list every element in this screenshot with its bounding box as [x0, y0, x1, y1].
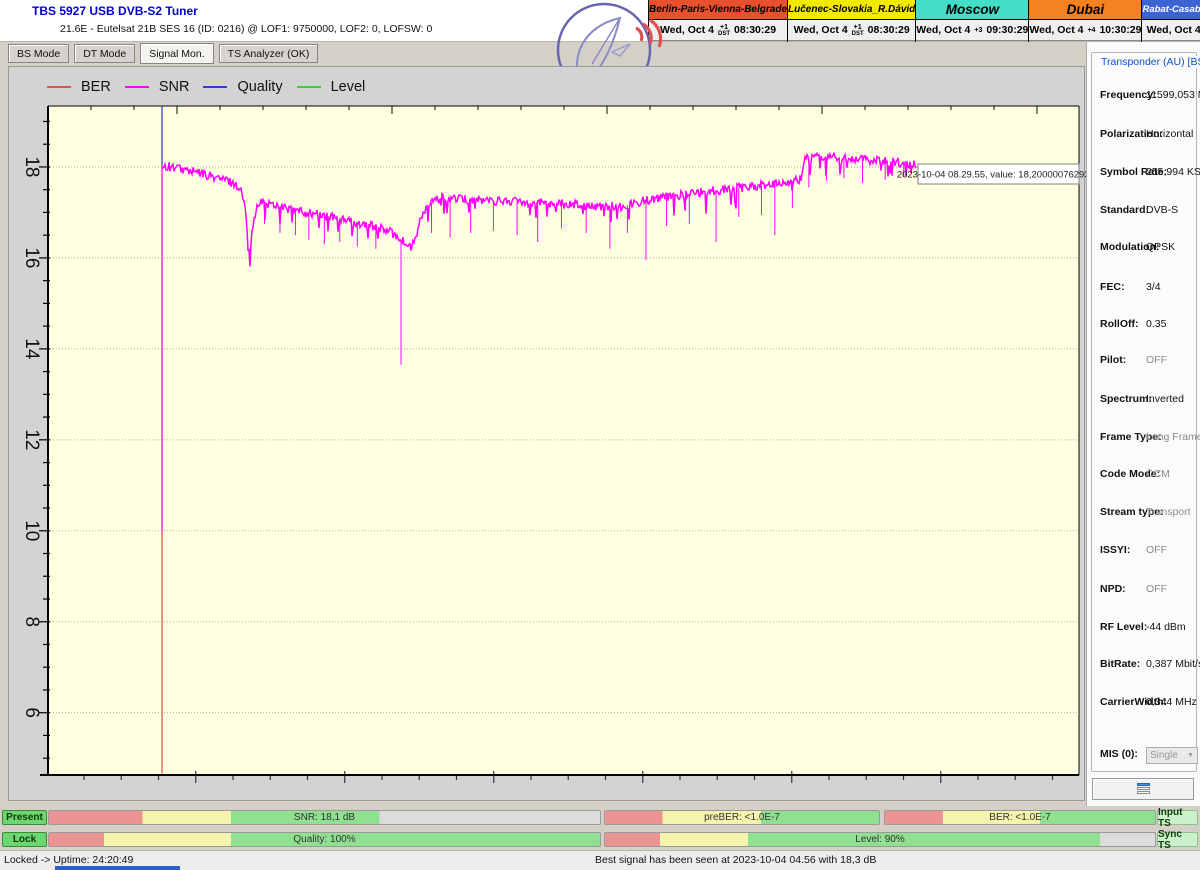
- transponder-row-value: OFF: [1146, 583, 1167, 595]
- transponder-title: Transponder (AU) [BS]: [1098, 56, 1200, 68]
- transponder-row-label: BitRate:: [1100, 658, 1140, 670]
- y-axis-label: 10: [21, 520, 42, 541]
- snr-chart[interactable]: 6 8 10 12 14 16 18 2023-10-04 08.29.55, value: …: [9, 67, 1086, 801]
- tab-signal-mon[interactable]: Signal Mon.: [140, 43, 213, 64]
- transponder-row-value: CCM: [1146, 468, 1170, 480]
- chevron-down-icon: ▼: [1187, 752, 1194, 759]
- clock-time: 08:30:29: [868, 24, 910, 36]
- taskbar-fragment: [55, 866, 180, 870]
- transponder-row-label: Spectrum:: [1100, 393, 1152, 405]
- tz-offset: +3: [974, 27, 982, 34]
- transponder-row-value: 0,387 Mbit/s: [1146, 658, 1200, 670]
- clock-time: 09:30:29: [986, 24, 1028, 36]
- mis-label: MIS (0):: [1100, 748, 1138, 760]
- y-axis-label: 14: [21, 338, 42, 360]
- transponder-row-label: Pilot:: [1100, 354, 1126, 366]
- transponder-panel: Transponder (AU) [BS] Frequency:11599,05…: [1086, 42, 1200, 806]
- transponder-row-value: 3/4: [1146, 281, 1161, 293]
- tab-bs-mode[interactable]: BS Mode: [8, 44, 69, 63]
- transponder-row-value: -44 dBm: [1146, 621, 1186, 633]
- lock-button[interactable]: Lock: [2, 832, 47, 847]
- transponder-row-label: RF Level:: [1100, 621, 1147, 633]
- clock-date: Wed, Oct 4: [916, 24, 970, 36]
- clock-time: 10:30:29: [1099, 24, 1141, 36]
- lock-uptime-status: Locked -> Uptime: 24:20:49: [4, 854, 133, 866]
- preber-meter: preBER: <1.0E-7: [604, 810, 880, 825]
- clock-date: Wed, Oct 4: [794, 24, 848, 36]
- chart-tooltip-text: 2023-10-04 08.29.55, value: 18,200000762…: [897, 170, 1086, 181]
- tz-offset: +1: [854, 24, 862, 31]
- transponder-row-value: QPSK: [1146, 241, 1175, 253]
- transponder-row-value: DVB-S: [1146, 204, 1178, 216]
- transponder-row-value: 0,344 MHz: [1146, 696, 1197, 708]
- tuner-subtitle: 21.6E - Eutelsat 21B SES 16 (ID: 0216) @…: [60, 23, 432, 35]
- list-icon: [1137, 783, 1150, 796]
- tz-dst: DST: [852, 31, 864, 37]
- world-clocks: Berlin-Paris-Vienna-Belgrade Wed, Oct 4 …: [648, 0, 1200, 42]
- transponder-row-value: Transport: [1146, 506, 1191, 518]
- transponder-row-value: OFF: [1146, 544, 1167, 556]
- ber-meter: BER: <1.0E-7: [884, 810, 1156, 825]
- y-axis-label: 18: [21, 156, 42, 177]
- mis-value: Single: [1150, 750, 1178, 761]
- transponder-row-value: Inverted: [1146, 393, 1184, 405]
- clock-city-label: Rabat-Casablanca-London: [1142, 0, 1200, 20]
- mis-dropdown[interactable]: Single ▼: [1146, 747, 1198, 764]
- clock-dubai: Dubai Wed, Oct 4 +4 10:30:29: [1029, 0, 1142, 42]
- transponder-row-label: RollOff:: [1100, 318, 1139, 330]
- tab-dt-mode[interactable]: DT Mode: [74, 44, 135, 63]
- tz-dst: DST: [718, 31, 730, 37]
- tab-ts-analyzer[interactable]: TS Analyzer (OK): [219, 44, 319, 63]
- clock-date: Wed, Oct 4: [1147, 24, 1200, 36]
- clock-city-label: Dubai: [1029, 0, 1141, 20]
- y-axis-label: 6: [21, 707, 42, 718]
- tz-offset: +1: [720, 24, 728, 31]
- clock-lucenec: Lučenec-Slovakia_R.Dávid Wed, Oct 4 +1DS…: [788, 0, 916, 42]
- transponder-row-value: 11599,053 MHz: [1146, 89, 1200, 101]
- transponder-row-label: ISSYI:: [1100, 544, 1130, 556]
- transponder-row-value: Long Frame: [1146, 431, 1200, 443]
- transponder-row-value: OFF: [1146, 354, 1167, 366]
- transponder-row-value: 255,994 KS/s: [1146, 166, 1200, 178]
- transponder-row-label: NPD:: [1100, 583, 1126, 595]
- snr-meter: SNR: 18,1 dB: [48, 810, 601, 825]
- y-axis-label: 12: [21, 429, 42, 450]
- transponder-row-label: Standard:: [1100, 204, 1149, 216]
- input-ts-button[interactable]: Input TS: [1157, 810, 1198, 825]
- signal-monitor-panel: BER SNR Quality Level 6810121416182023-1…: [8, 66, 1085, 801]
- clock-city-label: Lučenec-Slovakia_R.Dávid: [788, 0, 915, 20]
- transponder-list-button[interactable]: [1092, 778, 1194, 800]
- y-axis-label: 8: [21, 616, 42, 627]
- app-title: TBS 5927 USB DVB-S2 Tuner: [32, 4, 198, 18]
- sync-ts-button[interactable]: Sync TS: [1157, 832, 1198, 847]
- mode-tabs: BS Mode DT Mode Signal Mon. TS Analyzer …: [8, 44, 318, 64]
- tz-offset: +4: [1087, 27, 1095, 34]
- level-meter: Level: 90%: [604, 832, 1156, 847]
- clock-moscow: Moscow Wed, Oct 4 +3 09:30:29: [916, 0, 1029, 42]
- transponder-row-label: FEC:: [1100, 281, 1125, 293]
- present-button[interactable]: Present: [2, 810, 47, 825]
- clock-rabat: Rabat-Casablanca-London Wed, Oct 4 +1 07…: [1142, 0, 1200, 42]
- y-axis-label: 16: [21, 247, 42, 268]
- clock-time: 08:30:29: [734, 24, 776, 36]
- transponder-row-value: Horizontal: [1146, 128, 1193, 140]
- quality-meter: Quality: 100%: [48, 832, 601, 847]
- best-signal-status: Best signal has been seen at 2023-10-04 …: [595, 854, 876, 866]
- transponder-row-value: 0.35: [1146, 318, 1166, 330]
- clock-city-label: Moscow: [916, 0, 1028, 20]
- transponder-groupbox: Transponder (AU) [BS] Frequency:11599,05…: [1091, 52, 1197, 772]
- clock-date: Wed, Oct 4: [1029, 24, 1083, 36]
- status-bar: Locked -> Uptime: 24:20:49 Best signal h…: [0, 850, 1200, 870]
